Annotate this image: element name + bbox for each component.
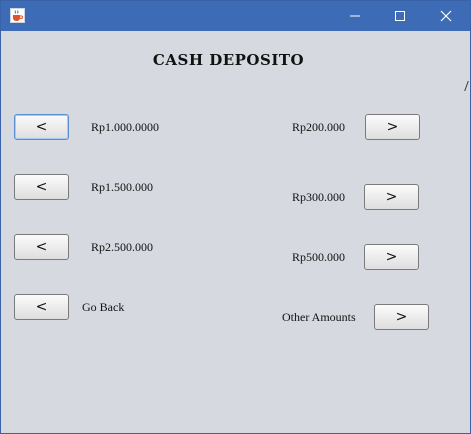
go-back-button[interactable]: < [14,294,69,320]
select-button-300000[interactable]: > [364,184,419,210]
app-window: CASH DEPOSITO < Rp1.000.0000 < Rp1.500.0… [0,0,471,434]
close-icon [440,10,452,22]
go-back-label: Go Back [82,300,125,314]
other-amounts-button[interactable]: > [374,304,429,330]
client-area: CASH DEPOSITO < Rp1.000.0000 < Rp1.500.0… [1,31,470,433]
amount-label-1500000: Rp1.500.000 [91,180,154,194]
title-bar[interactable] [1,1,470,31]
amount-label-200000: Rp200.000 [292,120,346,134]
amount-label-300000: Rp300.000 [292,190,346,204]
minimize-button[interactable] [332,1,378,31]
other-amounts-label: Other Amounts [282,310,356,324]
back-button-2500000[interactable]: < [14,234,69,260]
amount-label-500000: Rp500.000 [292,250,346,264]
select-button-200000[interactable]: > [365,114,420,140]
minimize-icon [350,15,360,17]
amount-label-1000000: Rp1.000.0000 [91,120,160,134]
page-title: CASH DEPOSITO [152,51,305,69]
select-button-500000[interactable]: > [364,244,419,270]
maximize-button[interactable] [377,1,423,31]
edge-mark [464,81,470,91]
java-cup-icon [10,8,25,23]
maximize-icon [395,11,405,21]
amount-label-2500000: Rp2.500.000 [91,240,154,254]
back-button-1000000[interactable]: < [14,114,69,140]
back-button-1500000[interactable]: < [14,174,69,200]
close-button[interactable] [423,1,469,31]
